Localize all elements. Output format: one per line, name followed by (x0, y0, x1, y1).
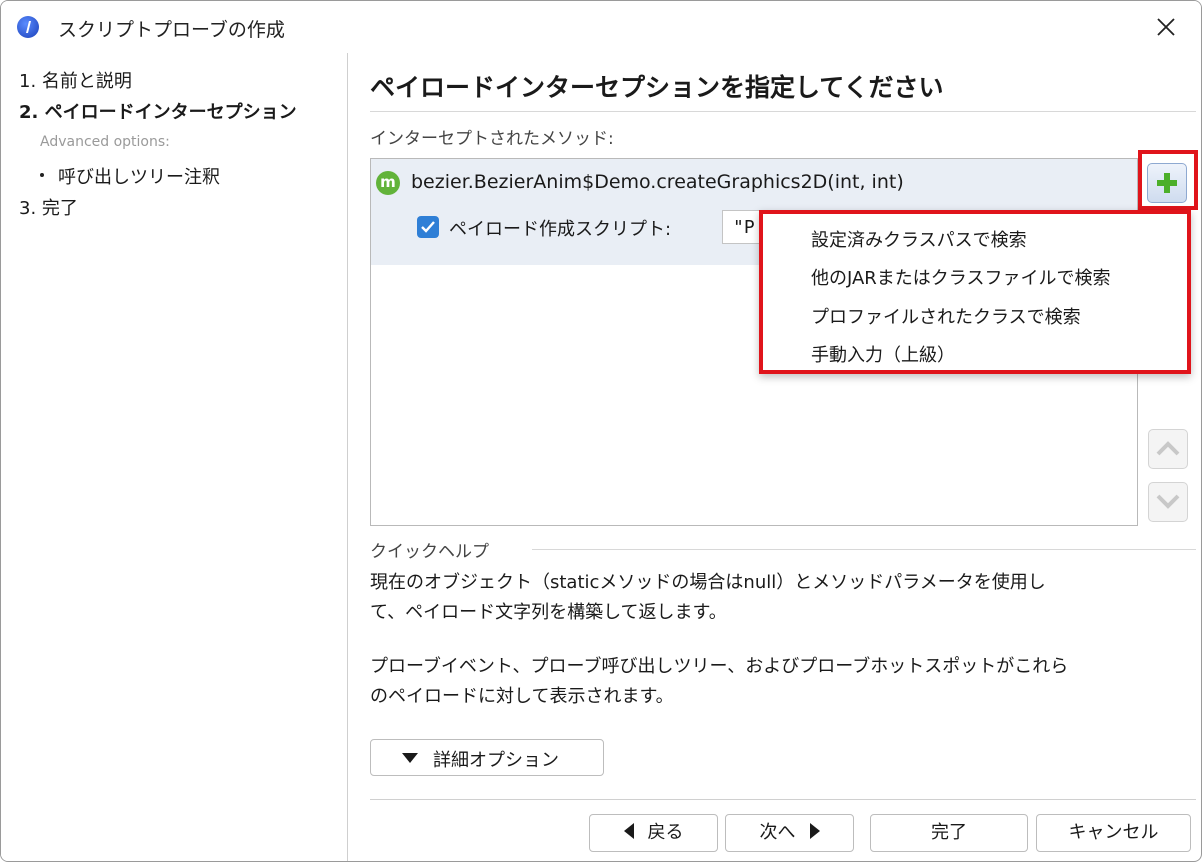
window-title: スクリプトプローブの作成 (58, 19, 285, 41)
menu-item-other-jar[interactable]: 他のJARまたはクラスファイルで検索 (811, 264, 1110, 290)
menu-item-configured-classpath[interactable]: 設定済みクラスパスで検索 (811, 226, 1027, 252)
advanced-options-button[interactable]: 詳細オプション (370, 739, 604, 776)
next-button-label: 次へ (759, 822, 796, 843)
main-panel: ペイロードインターセプションを指定してください インターセプトされたメソッド: … (348, 53, 1201, 861)
cancel-button[interactable]: キャンセル (1036, 814, 1191, 852)
back-button-label: 戻る (647, 822, 684, 843)
close-icon (1157, 18, 1175, 36)
sub-step-call-tree[interactable]: 呼び出しツリー注釈 (40, 163, 220, 189)
quick-help-title: クイックヘルプ (370, 542, 489, 562)
quick-help-text-line: 現在のオブジェクト（staticメソッドの場合はnull）とメソッドパラメータを… (370, 572, 1046, 593)
quick-help-text-line: のペイロードに対して表示されます。 (370, 686, 674, 707)
divider (370, 799, 1196, 800)
advanced-options-button-label: 詳細オプション (433, 750, 559, 771)
bullet-icon (40, 173, 44, 177)
next-button[interactable]: 次へ (725, 814, 854, 852)
page-title: ペイロードインターセプションを指定してください (370, 73, 944, 102)
quick-help-text-line: プローブイベント、プローブ呼び出しツリー、およびプローブホットスポットがこれら (370, 656, 1069, 677)
intercepted-methods-label: インターセプトされたメソッド: (370, 129, 614, 149)
checkmark-icon (421, 221, 435, 233)
arrow-right-icon (809, 823, 820, 839)
title-bar: スクリプトプローブの作成 (1, 1, 1201, 53)
add-method-button[interactable] (1147, 163, 1187, 203)
arrow-left-icon (623, 823, 634, 839)
method-icon: m (376, 171, 400, 195)
back-button[interactable]: 戻る (589, 814, 718, 852)
plus-icon (1157, 173, 1177, 193)
payload-script-label: ペイロード作成スクリプト: (449, 219, 672, 240)
divider (532, 549, 1196, 550)
quick-help-text-line: て、ペイロード文字列を構築して返します。 (370, 602, 727, 623)
app-logo-icon (17, 16, 39, 38)
sub-step-label: 呼び出しツリー注釈 (58, 167, 220, 188)
add-method-menu: 設定済みクラスパスで検索 他のJARまたはクラスファイルで検索 プロファイルされ… (759, 210, 1191, 374)
move-up-button[interactable] (1148, 429, 1188, 469)
step-3[interactable]: 3. 完了 (19, 194, 78, 220)
advanced-options-label: Advanced options: (40, 134, 170, 150)
finish-button[interactable]: 完了 (870, 814, 1028, 852)
step-2-current[interactable]: 2. ペイロードインターセプション (19, 98, 297, 124)
move-down-button[interactable] (1148, 482, 1188, 522)
menu-item-profiled-classes[interactable]: プロファイルされたクラスで検索 (811, 303, 1081, 329)
step-1[interactable]: 1. 名前と説明 (19, 67, 132, 93)
triangle-down-icon (402, 753, 418, 763)
menu-item-manual-entry[interactable]: 手動入力（上級） (811, 341, 955, 367)
chevron-up-icon (1156, 441, 1180, 456)
method-name: bezier.BezierAnim$Demo.createGraphics2D(… (411, 171, 904, 193)
payload-script-checkbox[interactable] (417, 216, 439, 238)
wizard-steps-sidebar: 1. 名前と説明 2. ペイロードインターセプション Advanced opti… (1, 53, 348, 861)
close-button[interactable] (1151, 13, 1181, 41)
chevron-down-icon (1156, 494, 1180, 509)
dialog-window: スクリプトプローブの作成 1. 名前と説明 2. ペイロードインターセプション … (0, 0, 1202, 862)
divider (370, 111, 1196, 112)
